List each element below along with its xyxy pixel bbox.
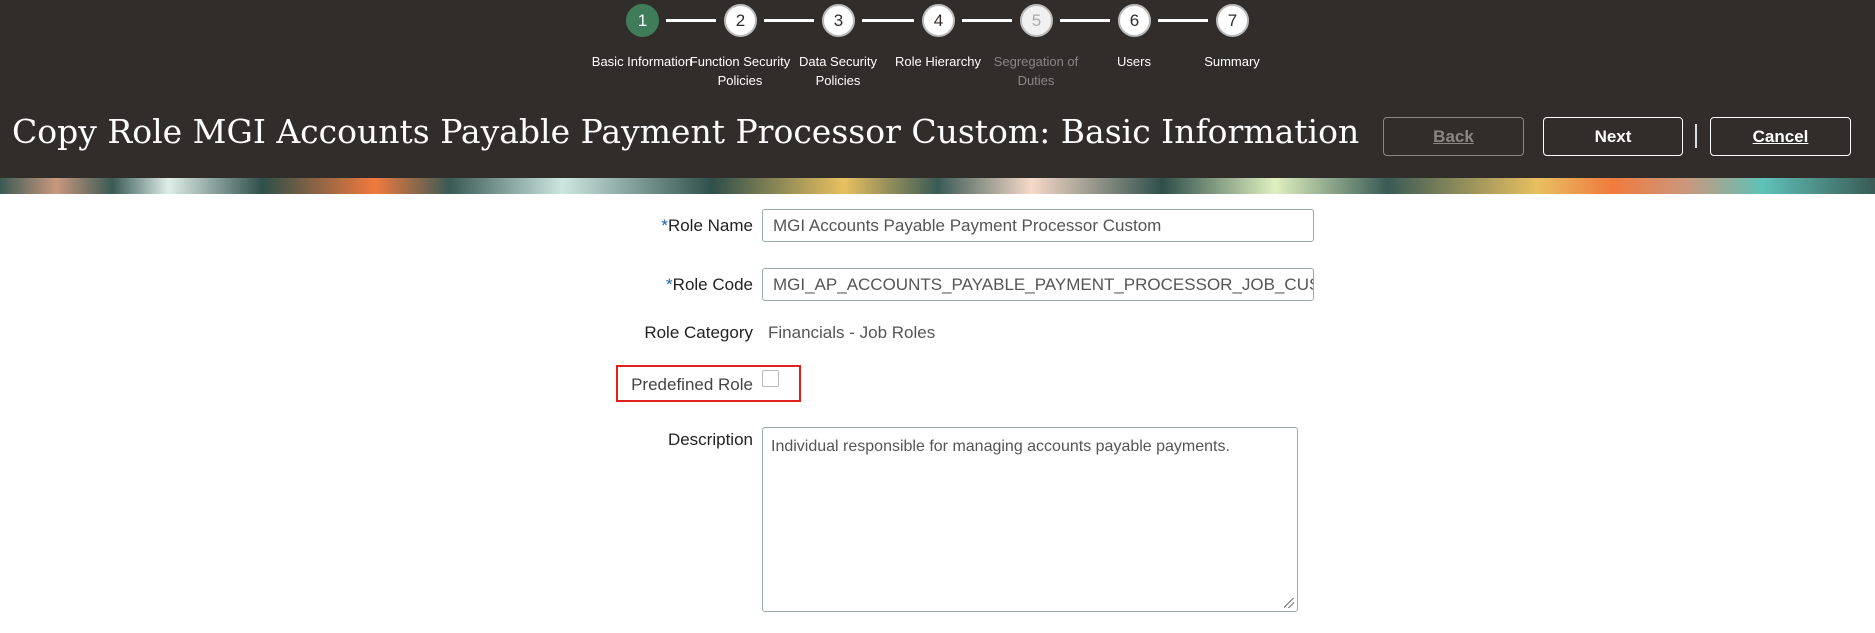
cancel-button[interactable]: Cancel bbox=[1710, 117, 1851, 156]
step-3-label[interactable]: Data Security Policies bbox=[783, 52, 893, 90]
step-3-circle[interactable]: 3 bbox=[822, 4, 855, 37]
step-4-label[interactable]: Role Hierarchy bbox=[883, 52, 993, 71]
role-code-label-text: Role Code bbox=[672, 275, 753, 294]
decorative-banner bbox=[0, 178, 1875, 194]
step-2-label[interactable]: Function Security Policies bbox=[685, 52, 795, 90]
step-4-circle[interactable]: 4 bbox=[922, 4, 955, 37]
required-mark: * bbox=[661, 216, 668, 235]
description-textarea[interactable]: Individual responsible for managing acco… bbox=[762, 427, 1298, 612]
back-button[interactable]: Back bbox=[1383, 117, 1524, 156]
required-mark: * bbox=[666, 275, 673, 294]
predefined-role-label: Predefined Role bbox=[631, 375, 753, 394]
page-title: Copy Role MGI Accounts Payable Payment P… bbox=[12, 112, 1360, 151]
role-code-input[interactable]: MGI_AP_ACCOUNTS_PAYABLE_PAYMENT_PROCESSO… bbox=[762, 268, 1314, 301]
description-label: Description bbox=[667, 430, 753, 449]
step-7-label[interactable]: Summary bbox=[1177, 52, 1287, 71]
step-1-label[interactable]: Basic Information bbox=[587, 52, 697, 71]
step-connector bbox=[1158, 19, 1208, 22]
step-connector bbox=[1060, 19, 1110, 22]
role-name-label: *Role Name bbox=[661, 216, 753, 236]
next-button[interactable]: Next bbox=[1543, 117, 1683, 156]
role-code-label: *Role Code bbox=[666, 275, 753, 295]
step-connector bbox=[764, 19, 814, 22]
step-5-label[interactable]: Segregation of Duties bbox=[981, 52, 1091, 90]
step-2-circle[interactable]: 2 bbox=[724, 4, 757, 37]
role-name-label-text: Role Name bbox=[667, 216, 753, 235]
step-6-label[interactable]: Users bbox=[1079, 52, 1189, 71]
step-6-circle[interactable]: 6 bbox=[1118, 4, 1151, 37]
button-separator bbox=[1695, 124, 1697, 148]
description-text: Individual responsible for managing acco… bbox=[771, 438, 1230, 455]
role-name-input[interactable]: MGI Accounts Payable Payment Processor C… bbox=[762, 209, 1314, 242]
role-category-label: Role Category bbox=[644, 323, 753, 342]
step-connector bbox=[666, 19, 716, 22]
step-1-circle[interactable]: 1 bbox=[626, 4, 659, 37]
back-label: Back bbox=[1433, 126, 1474, 146]
resize-grip-icon[interactable] bbox=[1284, 598, 1294, 608]
step-7-circle[interactable]: 7 bbox=[1216, 4, 1249, 37]
cancel-label: Cancel bbox=[1752, 126, 1809, 146]
step-connector bbox=[962, 19, 1012, 22]
step-connector bbox=[862, 19, 914, 22]
predefined-role-checkbox[interactable] bbox=[762, 370, 779, 387]
role-category-value: Financials - Job Roles bbox=[768, 323, 936, 342]
step-5-circle[interactable]: 5 bbox=[1020, 4, 1053, 37]
